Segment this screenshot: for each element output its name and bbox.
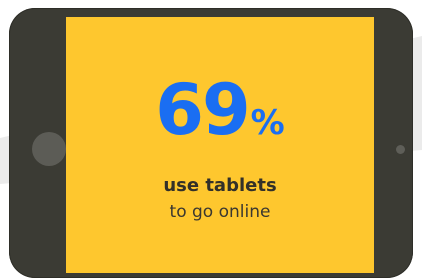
home-button-icon [32,132,66,166]
stat-unit: % [250,103,285,143]
stat-number: 69 [155,69,250,151]
caption-line-2: to go online [169,202,271,222]
stat-value: 69% [66,75,374,145]
caption-line-1: use tablets [163,175,277,196]
tablet-screen: 69% use tablets to go online [66,17,374,273]
camera-icon [396,145,405,154]
